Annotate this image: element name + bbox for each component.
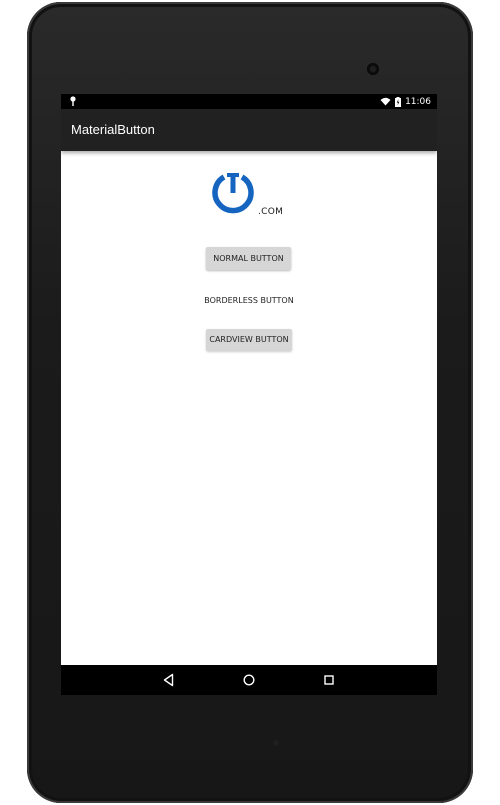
navigation-bar (61, 665, 437, 695)
logo-text: .COM (258, 207, 284, 217)
wifi-icon (380, 97, 391, 106)
power-t-logo-icon (212, 173, 254, 214)
back-icon[interactable] (161, 672, 177, 688)
bottom-sensor (273, 740, 279, 746)
app-bar: MaterialButton (61, 109, 437, 151)
notification-pin-icon (70, 96, 76, 106)
normal-button[interactable]: NORMAL BUTTON (206, 247, 291, 270)
main-content: .COM NORMAL BUTTON BORDERLESS BUTTON CAR… (61, 151, 437, 665)
home-icon[interactable] (241, 672, 257, 688)
logo: .COM (211, 171, 291, 223)
tablet-device-frame: 11:06 MaterialButton .COM NORMAL BUTTON … (27, 2, 473, 803)
status-time: 11:06 (405, 96, 431, 107)
app-title: MaterialButton (71, 122, 155, 137)
borderless-button[interactable]: BORDERLESS BUTTON (199, 292, 299, 310)
cardview-button[interactable]: CARDVIEW BUTTON (206, 329, 292, 351)
device-screen: 11:06 MaterialButton .COM NORMAL BUTTON … (61, 94, 437, 695)
status-right-group: 11:06 (380, 94, 431, 109)
status-bar: 11:06 (61, 94, 437, 109)
battery-icon (395, 96, 402, 107)
recents-icon[interactable] (321, 672, 337, 688)
front-camera (367, 63, 379, 75)
